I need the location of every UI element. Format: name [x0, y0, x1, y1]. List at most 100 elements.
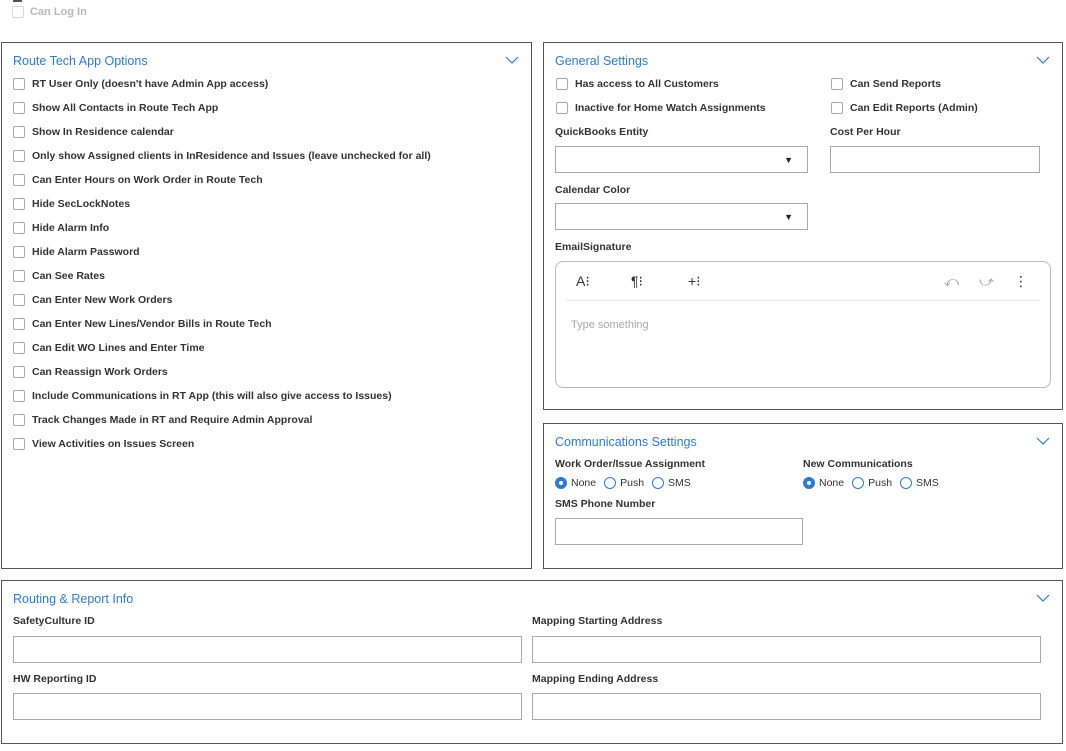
insert-button[interactable]: +⁝	[688, 273, 701, 290]
has-access-all-customers-checkbox[interactable]	[556, 78, 568, 90]
routing-title: Routing & Report Info	[13, 592, 134, 606]
new-communications-radio-group: None Push SMS	[803, 477, 947, 489]
radio-button[interactable]	[803, 477, 815, 489]
radio-option-sms[interactable]: SMS	[652, 477, 691, 489]
route-tech-option-checkbox[interactable]	[13, 126, 25, 138]
hw-reporting-input[interactable]	[13, 693, 522, 720]
radio-label: SMS	[916, 477, 939, 489]
radio-option-push[interactable]: Push	[604, 477, 644, 489]
radio-button[interactable]	[900, 477, 913, 489]
mapping-start-input[interactable]	[532, 636, 1041, 663]
mapping-end-input[interactable]	[532, 693, 1041, 720]
sms-phone-label: SMS Phone Number	[555, 498, 656, 510]
route-tech-option-row[interactable]: Can Enter New Work Orders	[13, 294, 172, 306]
route-tech-option-label: Show All Contacts in Route Tech App	[32, 102, 219, 114]
radio-button[interactable]	[852, 477, 865, 489]
route-tech-option-row[interactable]: Hide Alarm Info	[13, 222, 109, 234]
route-tech-option-row[interactable]: Can Enter New Lines/Vendor Bills in Rout…	[13, 318, 272, 330]
can-edit-reports-row[interactable]: Can Edit Reports (Admin)	[831, 102, 978, 114]
route-tech-option-checkbox[interactable]	[13, 342, 25, 354]
sms-phone-input[interactable]	[555, 518, 803, 545]
scroll-sliver	[13, 0, 22, 2]
calendar-color-select[interactable]: ▼	[555, 203, 808, 230]
radio-label: None	[571, 477, 597, 489]
can-send-reports-row[interactable]: Can Send Reports	[831, 78, 941, 90]
route-tech-option-checkbox[interactable]	[13, 78, 25, 90]
route-tech-option-row[interactable]: Can Reassign Work Orders	[13, 366, 168, 378]
inactive-home-watch-checkbox[interactable]	[556, 102, 568, 114]
can-send-reports-checkbox[interactable]	[831, 78, 843, 90]
paragraph-format-button[interactable]: ¶⁝	[631, 273, 643, 290]
route-tech-option-label: Track Changes Made in RT and Require Adm…	[32, 414, 313, 426]
chevron-down-icon[interactable]	[1036, 437, 1050, 446]
route-tech-option-checkbox[interactable]	[13, 150, 25, 162]
route-tech-option-checkbox[interactable]	[13, 174, 25, 186]
radio-label: Push	[620, 477, 645, 489]
radio-option-push[interactable]: Push	[852, 477, 892, 489]
undo-icon[interactable]: ⤺	[944, 273, 959, 290]
radio-option-sms[interactable]: SMS	[900, 477, 939, 489]
more-options-icon[interactable]: ⋮	[1014, 273, 1028, 290]
communications-panel: Communications Settings Work Order/Issue…	[543, 423, 1063, 569]
chevron-down-icon[interactable]	[1036, 56, 1050, 65]
redo-icon[interactable]: ⤻	[979, 273, 994, 290]
radio-button[interactable]	[652, 477, 665, 489]
route-tech-option-label: Can Enter New Work Orders	[32, 294, 173, 306]
radio-option-none[interactable]: None	[555, 477, 596, 489]
cost-per-hour-input[interactable]	[830, 146, 1040, 173]
email-signature-editor[interactable]: A⁝ ¶⁝ +⁝ ⤺ ⤻ ⋮ Type something	[555, 261, 1051, 388]
route-tech-panel: Route Tech App Options RT User Only (doe…	[1, 42, 532, 569]
editor-placeholder: Type something	[571, 319, 649, 331]
route-tech-option-checkbox[interactable]	[13, 222, 25, 234]
safetyculture-label: SafetyCulture ID	[13, 615, 95, 627]
route-tech-option-checkbox[interactable]	[13, 438, 25, 450]
radio-button[interactable]	[604, 477, 617, 489]
font-format-button[interactable]: A⁝	[576, 273, 590, 290]
inactive-home-watch-row[interactable]: Inactive for Home Watch Assignments	[556, 102, 766, 114]
route-tech-option-checkbox[interactable]	[13, 414, 25, 426]
route-tech-option-checkbox[interactable]	[13, 246, 25, 258]
route-tech-option-label: View Activities on Issues Screen	[32, 438, 195, 450]
can-edit-reports-checkbox[interactable]	[831, 102, 843, 114]
chevron-down-icon[interactable]	[505, 56, 519, 65]
general-settings-title: General Settings	[555, 54, 649, 68]
route-tech-option-label: Hide Alarm Info	[32, 222, 110, 234]
route-tech-option-row[interactable]: Can Enter Hours on Work Order in Route T…	[13, 174, 263, 186]
route-tech-option-row[interactable]: Can Edit WO Lines and Enter Time	[13, 342, 205, 354]
route-tech-option-row[interactable]: Track Changes Made in RT and Require Adm…	[13, 414, 312, 426]
can-edit-reports-label: Can Edit Reports (Admin)	[850, 102, 978, 114]
route-tech-option-row[interactable]: Can See Rates	[13, 270, 105, 282]
safetyculture-input[interactable]	[13, 636, 522, 663]
route-tech-option-row[interactable]: Show All Contacts in Route Tech App	[13, 102, 218, 114]
route-tech-option-checkbox[interactable]	[13, 294, 25, 306]
routing-panel: Routing & Report Info SafetyCulture ID M…	[1, 580, 1063, 744]
route-tech-option-checkbox[interactable]	[13, 390, 25, 402]
work-order-assignment-label: Work Order/Issue Assignment	[555, 458, 705, 470]
route-tech-option-checkbox[interactable]	[13, 102, 25, 114]
radio-button[interactable]	[555, 477, 567, 489]
route-tech-option-row[interactable]: Hide SecLockNotes	[13, 198, 130, 210]
general-settings-panel: General Settings Has access to All Custo…	[543, 42, 1063, 410]
route-tech-option-checkbox[interactable]	[13, 198, 25, 210]
route-tech-option-checkbox[interactable]	[13, 366, 25, 378]
route-tech-option-label: Show In Residence calendar	[32, 126, 174, 138]
can-log-in-row[interactable]: Can Log In	[12, 6, 87, 18]
route-tech-option-row[interactable]: View Activities on Issues Screen	[13, 438, 194, 450]
route-tech-option-row[interactable]: Include Communications in RT App (this w…	[13, 390, 392, 402]
can-log-in-checkbox[interactable]	[12, 6, 24, 18]
route-tech-option-row[interactable]: Only show Assigned clients in InResidenc…	[13, 150, 431, 162]
chevron-down-icon[interactable]	[1036, 594, 1050, 603]
can-log-in-label: Can Log In	[30, 6, 87, 18]
has-access-all-customers-row[interactable]: Has access to All Customers	[556, 78, 719, 90]
radio-option-none[interactable]: None	[803, 477, 844, 489]
cost-per-hour-label: Cost Per Hour	[830, 126, 901, 138]
route-tech-option-checkbox[interactable]	[13, 270, 25, 282]
route-tech-option-row[interactable]: RT User Only (doesn't have Admin App acc…	[13, 78, 268, 90]
quickbooks-select[interactable]: ▼	[555, 146, 808, 173]
editor-toolbar: A⁝ ¶⁝ +⁝ ⤺ ⤻ ⋮	[566, 262, 1040, 301]
route-tech-option-row[interactable]: Hide Alarm Password	[13, 246, 140, 258]
route-tech-option-checkbox[interactable]	[13, 318, 25, 330]
radio-label: None	[819, 477, 845, 489]
hw-reporting-label: HW Reporting ID	[13, 673, 97, 685]
route-tech-option-row[interactable]: Show In Residence calendar	[13, 126, 174, 138]
